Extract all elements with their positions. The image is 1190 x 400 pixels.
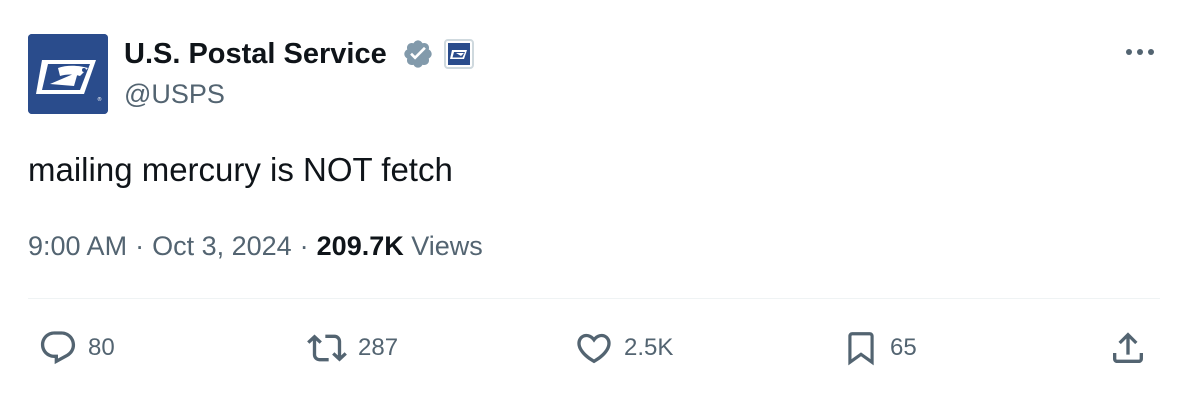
bookmark-button[interactable]: 65 xyxy=(842,328,917,368)
tweet-date[interactable]: Oct 3, 2024 xyxy=(152,231,292,261)
reply-button[interactable]: 80 xyxy=(38,328,115,368)
views-label: Views xyxy=(411,231,483,261)
retweet-icon xyxy=(307,334,347,362)
retweet-count: 287 xyxy=(358,334,399,361)
avatar[interactable]: ® xyxy=(28,34,108,114)
svg-text:®: ® xyxy=(97,96,102,103)
tweet-time[interactable]: 9:00 AM xyxy=(28,231,127,261)
divider xyxy=(28,298,1160,299)
share-button[interactable] xyxy=(1108,328,1148,368)
affiliate-badge-icon[interactable] xyxy=(444,39,474,69)
views-count: 209.7K xyxy=(316,231,404,261)
author-handle[interactable]: @USPS xyxy=(124,76,225,112)
author-display-name[interactable]: U.S. Postal Service xyxy=(124,36,387,72)
reply-count: 80 xyxy=(88,334,115,361)
verified-badge-icon[interactable] xyxy=(402,38,434,70)
ellipsis-icon xyxy=(1126,49,1154,55)
bookmark-icon xyxy=(848,332,874,366)
like-count: 2.5K xyxy=(624,334,674,361)
like-button[interactable]: 2.5K xyxy=(574,328,673,368)
tweet: ® U.S. Postal Service @USPS mailing merc… xyxy=(0,0,1190,400)
meta-separator: · xyxy=(135,231,145,261)
bookmark-count: 65 xyxy=(890,334,917,361)
tweet-meta: 9:00 AM · Oct 3, 2024 · 209.7K Views xyxy=(28,228,483,264)
tweet-text: mailing mercury is NOT fetch xyxy=(28,151,453,188)
more-options-button[interactable] xyxy=(1118,36,1162,68)
heart-icon xyxy=(577,333,611,364)
usps-mini-logo-icon xyxy=(450,50,467,59)
meta-separator: · xyxy=(299,231,309,261)
usps-eagle-logo-icon: ® xyxy=(28,34,108,114)
reply-icon xyxy=(40,331,76,365)
share-icon xyxy=(1113,332,1143,363)
retweet-button[interactable]: 287 xyxy=(306,328,398,368)
